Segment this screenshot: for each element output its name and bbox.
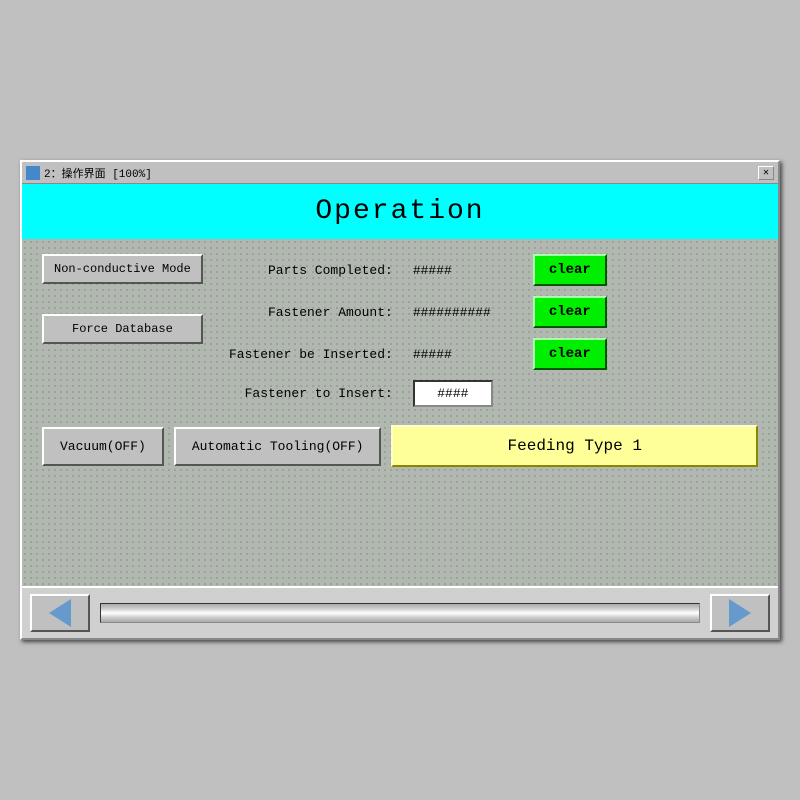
right-arrow-icon — [729, 599, 751, 627]
left-buttons: Non-conductive Mode Force Database — [42, 254, 203, 344]
nav-bar — [22, 586, 778, 638]
next-button[interactable] — [710, 594, 770, 632]
window-icon — [26, 166, 40, 180]
close-button[interactable]: ✕ — [758, 166, 774, 180]
header-title: Operation — [315, 196, 484, 227]
fastener-to-insert-input[interactable]: #### — [413, 380, 493, 407]
non-conductive-button[interactable]: Non-conductive Mode — [42, 254, 203, 284]
fastener-amount-label: Fastener Amount: — [213, 305, 393, 320]
nav-slider[interactable] — [100, 603, 700, 623]
parts-completed-value: ##### — [413, 263, 513, 278]
fastener-amount-clear-button[interactable]: clear — [533, 296, 607, 328]
top-section: Non-conductive Mode Force Database Parts… — [42, 254, 758, 407]
right-fields: Parts Completed: ##### clear Fastener Am… — [213, 254, 758, 407]
fastener-to-insert-label: Fastener to Insert: — [213, 386, 393, 401]
parts-completed-clear-button[interactable]: clear — [533, 254, 607, 286]
parts-completed-row: Parts Completed: ##### clear — [213, 254, 758, 286]
header-banner: Operation — [22, 184, 778, 239]
left-arrow-icon — [49, 599, 71, 627]
automatic-tooling-button[interactable]: Automatic Tooling(OFF) — [174, 427, 382, 466]
prev-button[interactable] — [30, 594, 90, 632]
fastener-inserted-label: Fastener be Inserted: — [213, 347, 393, 362]
fastener-amount-value: ########## — [413, 305, 513, 320]
window-body: Operation Non-conductive Mode Force Data… — [22, 184, 778, 638]
vacuum-button[interactable]: Vacuum(OFF) — [42, 427, 164, 466]
window-title: 2：操作界面 [100%] — [44, 165, 152, 181]
fastener-to-insert-value: #### — [437, 386, 468, 401]
desktop: 2：操作界面 [100%] ✕ Operation Non-conductive… — [0, 0, 800, 800]
title-bar: 2：操作界面 [100%] ✕ — [22, 162, 778, 184]
title-bar-left: 2：操作界面 [100%] — [26, 165, 152, 181]
fastener-inserted-clear-button[interactable]: clear — [533, 338, 607, 370]
main-window: 2：操作界面 [100%] ✕ Operation Non-conductive… — [20, 160, 780, 640]
bottom-buttons: Vacuum(OFF) Automatic Tooling(OFF) Feedi… — [42, 425, 758, 467]
fastener-inserted-value: ##### — [413, 347, 513, 362]
main-content: Non-conductive Mode Force Database Parts… — [22, 239, 778, 586]
fastener-inserted-row: Fastener be Inserted: ##### clear — [213, 338, 758, 370]
force-database-button[interactable]: Force Database — [42, 314, 203, 344]
fastener-amount-row: Fastener Amount: ########## clear — [213, 296, 758, 328]
feeding-type-button[interactable]: Feeding Type 1 — [391, 425, 758, 467]
fastener-to-insert-row: Fastener to Insert: #### — [213, 380, 758, 407]
parts-completed-label: Parts Completed: — [213, 263, 393, 278]
